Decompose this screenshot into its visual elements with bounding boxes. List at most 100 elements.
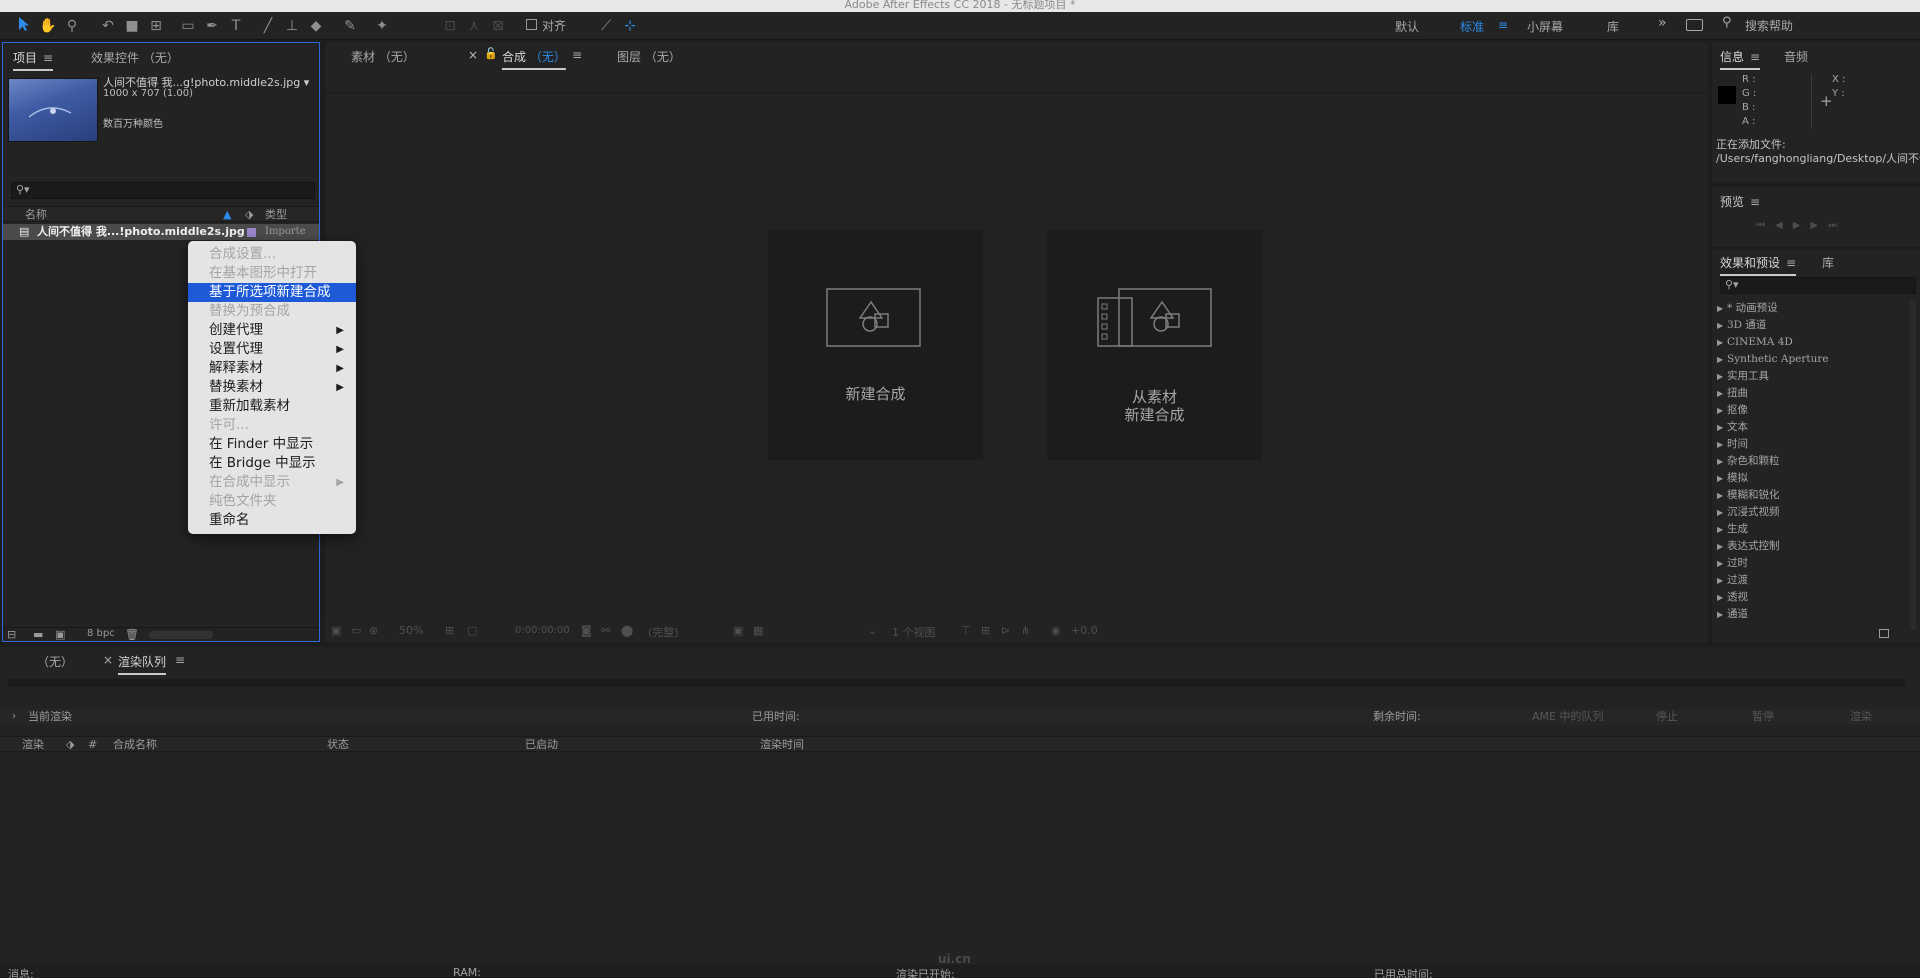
world-axis-icon[interactable]: ⋏ [464,16,484,36]
panel-menu-icon[interactable]: ≡ [1750,50,1760,64]
tab-project[interactable]: 项目 ≡ [13,49,54,71]
grid-icon[interactable]: ⊞ [445,624,454,637]
toggle-pixel-aspect-icon[interactable]: ⊤ [961,624,971,637]
effects-category[interactable]: 过时 [1716,555,1906,572]
flowchart-icon[interactable]: ⋔ [1021,624,1030,637]
tab-effect-controls[interactable]: 效果控件 （无） [91,49,179,66]
close-icon[interactable]: × [468,48,478,62]
roto-brush-tool-icon[interactable]: ✎ [340,16,360,36]
exposure-value[interactable]: +0.0 [1071,624,1098,637]
effects-category[interactable]: 扭曲 [1716,385,1906,402]
menu-item[interactable]: 创建代理 ▶ [188,321,356,340]
playback-controls[interactable]: ⏮◀▶▶⏭ [1756,220,1847,231]
more-workspaces-icon[interactable]: » [1658,15,1667,31]
type-tool-icon[interactable]: T [226,16,246,36]
effects-category[interactable]: 模糊和锐化 [1716,487,1906,504]
tab-preview[interactable]: 预览 ≡ [1720,193,1760,210]
tab-layer[interactable]: 图层 （无） [617,48,681,65]
axis-mode-icon[interactable]: ⊡ [440,16,460,36]
effects-category[interactable]: Synthetic Aperture [1716,351,1906,368]
thumbnail-scrollbar[interactable] [149,631,213,639]
rotate-tool-icon[interactable]: ↶ [98,16,118,36]
comp-panel-menu-icon[interactable]: ≡ [572,48,582,62]
view-layout-select[interactable]: 1 个视图 [892,624,936,640]
channel-icon[interactable]: ⬤ [621,624,633,637]
rectangle-tool-icon[interactable]: ▭ [178,16,198,36]
tab-timeline-none[interactable]: （无） [37,653,73,670]
bit-depth[interactable]: 8 bpc [87,628,115,639]
column-comp-name[interactable]: 合成名称 [113,737,157,753]
column-status[interactable]: 状态 [327,737,349,753]
brush-tool-icon[interactable]: ╱ [258,16,278,36]
pan-behind-tool-icon[interactable]: ⊞ [146,16,166,36]
workspace-libraries[interactable]: 库 [1607,18,1619,35]
label-column-icon[interactable]: ⬗ [245,207,253,223]
new-composition-card[interactable]: 新建合成 [768,230,983,460]
eraser-tool-icon[interactable]: ◆ [306,16,326,36]
effects-category[interactable]: 过渡 [1716,572,1906,589]
stop-button[interactable]: 停止 [1656,709,1678,725]
expand-chevron-icon[interactable]: › [12,709,16,725]
snapping-icon[interactable]: ⟋ [596,16,616,36]
column-started[interactable]: 已启动 [525,737,558,753]
menu-item[interactable]: 在 Finder 中显示 [188,435,356,454]
menu-item[interactable]: 在基本图形中打开 [188,264,356,283]
label-color-swatch[interactable] [247,228,256,237]
reset-exposure-icon[interactable]: ◉ [1051,624,1061,637]
table-row[interactable]: ▤ 人间不值得 我...!photo.middle2s.jpg Importe [3,224,319,240]
effects-search-input[interactable]: ⚲▾ [1720,277,1916,294]
align-checkbox[interactable] [526,19,537,30]
interpret-footage-icon[interactable]: ⊟ [7,628,16,641]
effects-category[interactable]: 沉浸式视频 [1716,504,1906,521]
effects-category[interactable]: 实用工具 [1716,368,1906,385]
comp-flowchart-icon[interactable]: ⊳ [1001,624,1010,637]
column-type[interactable]: 类型 [265,207,287,223]
pause-button[interactable]: 暂停 [1752,709,1774,725]
help-search-input[interactable]: 搜索帮助 [1745,17,1793,34]
effects-category[interactable]: 通道 [1716,606,1906,623]
panel-menu-icon[interactable]: ≡ [1786,256,1796,270]
effects-category[interactable]: 杂色和颗粒 [1716,453,1906,470]
close-icon[interactable]: × [103,653,113,667]
lock-icon[interactable]: 🔓 [484,47,498,60]
tab-libraries[interactable]: 库 [1822,254,1834,271]
new-folder-icon[interactable] [1879,629,1889,638]
tab-composition[interactable]: 合成 （无） [502,48,566,70]
project-search-input[interactable]: ⚲▾ [11,182,315,199]
menu-item[interactable]: 在合成中显示 ▶ [188,473,356,492]
menu-item[interactable]: 重新加载素材 [188,397,356,416]
effects-category[interactable]: 透视 [1716,589,1906,606]
queue-in-ame-button[interactable]: AME 中的队列 [1532,709,1603,725]
new-folder-icon[interactable]: ▬ [33,628,43,641]
tab-audio[interactable]: 音频 [1784,48,1808,65]
menu-item[interactable]: 解释素材 ▶ [188,359,356,378]
workspace-panel-icon[interactable] [1686,19,1703,31]
selection-tool-icon[interactable] [14,16,34,36]
menu-item[interactable]: 替换为预合成 [188,302,356,321]
menu-item[interactable]: 在 Bridge 中显示 [188,454,356,473]
workspace-default[interactable]: 默认 [1395,18,1419,35]
mask-visibility-icon[interactable]: ⊗ [369,624,378,637]
clone-stamp-tool-icon[interactable]: ⊥ [282,16,302,36]
show-snapshot-icon[interactable]: ⚯ [601,624,610,637]
menu-item[interactable]: 许可... [188,416,356,435]
menu-item[interactable]: 设置代理 ▶ [188,340,356,359]
effects-category[interactable]: 3D 通道 [1716,317,1906,334]
effects-category[interactable]: 文本 [1716,419,1906,436]
column-render[interactable]: 渲染 [22,737,44,753]
always-preview-icon[interactable]: ▣ [331,624,341,637]
effects-category[interactable]: CINEMA 4D [1716,334,1906,351]
monitor-icon[interactable]: ▭ [351,624,361,637]
column-name[interactable]: 名称 [25,207,47,223]
trash-icon[interactable]: 🗑 [125,628,139,641]
effects-scrollbar[interactable] [1910,300,1916,630]
hand-tool-icon[interactable]: ✋ [38,16,58,36]
pen-tool-icon[interactable]: ✒ [202,16,222,36]
workspace-menu-icon[interactable]: ≡ [1498,18,1508,32]
menu-item[interactable]: 重命名 [188,511,356,530]
tab-effects-presets[interactable]: 效果和预设 ≡ [1720,254,1797,276]
magnification-select[interactable]: 50% [399,624,423,637]
menu-item[interactable]: 基于所选项新建合成 [188,283,356,302]
effects-category[interactable]: 抠像 [1716,402,1906,419]
tab-info[interactable]: 信息 ≡ [1720,48,1761,70]
